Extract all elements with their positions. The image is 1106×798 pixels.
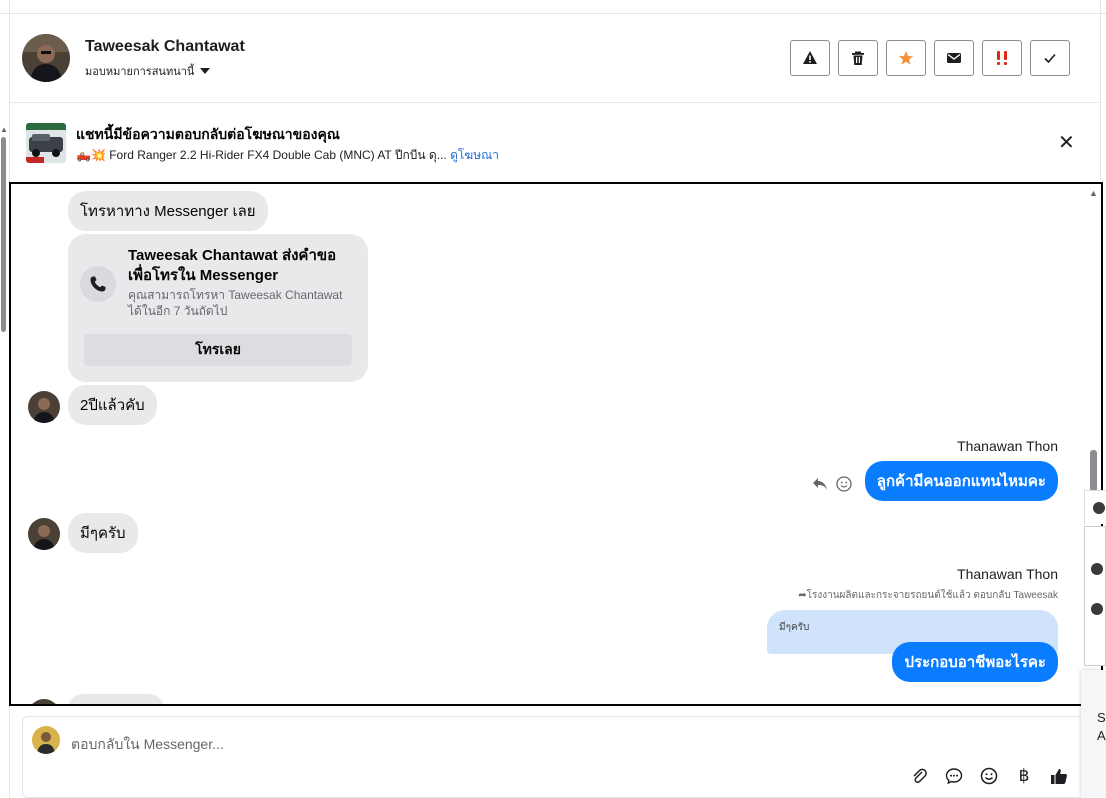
messenger-call-card: Taweesak Chantawat ส่งคำขอเพื่อโทรใน Mes… bbox=[68, 234, 368, 382]
ad-reply-banner: แชทนี้มีข้อความตอบกลับต่อโฆษณาของคุณ 🛻💥 … bbox=[10, 104, 1100, 182]
emoji-react-icon[interactable] bbox=[836, 476, 852, 492]
outgoing-message[interactable]: ลูกค้ามีคนออกแทนไหมคะ bbox=[864, 461, 1058, 501]
reply-context-text: โรงงานผลิตและกระจายรถยนต์ใช้แล้ว ตอบกลับ… bbox=[806, 590, 1058, 601]
composer-tools: ฿ bbox=[908, 765, 1070, 787]
ad-banner-subtitle: 🛻💥 Ford Ranger 2.2 Hi-Rider FX4 Double C… bbox=[76, 146, 499, 165]
contact-avatar[interactable] bbox=[22, 34, 70, 82]
side-conversation-list[interactable] bbox=[1084, 526, 1106, 666]
side-avatar bbox=[1091, 563, 1103, 575]
star-icon bbox=[898, 51, 914, 65]
priority-icon bbox=[997, 51, 1007, 65]
incoming-message[interactable]: มีๆครับ bbox=[68, 513, 138, 553]
attachment-icon[interactable] bbox=[908, 765, 930, 787]
envelope-icon bbox=[947, 53, 961, 63]
side-panel-char-a: A bbox=[1097, 728, 1106, 743]
warning-icon bbox=[803, 51, 817, 64]
inbox-conversation-view: ▲ Taweesak Chantawat มอบหมายการสนทนานี้ bbox=[0, 0, 1106, 798]
ad-banner-title: แชทนี้มีข้อความตอบกลับต่อโฆษณาของคุณ bbox=[76, 126, 340, 142]
left-scrollbar[interactable]: ▲ bbox=[0, 125, 8, 335]
scroll-up-arrow-icon[interactable]: ▲ bbox=[1089, 188, 1098, 198]
chevron-down-icon bbox=[200, 68, 211, 74]
ad-description: 🛻💥 Ford Ranger 2.2 Hi-Rider FX4 Double C… bbox=[76, 148, 447, 162]
incoming-message[interactable]: โทรหาทาง Messenger เลย bbox=[68, 191, 268, 231]
payment-baht-icon[interactable]: ฿ bbox=[1013, 765, 1035, 787]
page-avatar bbox=[32, 726, 60, 754]
like-icon[interactable] bbox=[1048, 765, 1070, 787]
right-divider bbox=[1100, 0, 1101, 180]
call-card-title: Taweesak Chantawat ส่งคำขอเพื่อโทรใน Mes… bbox=[128, 247, 337, 284]
thread-scrollbar-thumb[interactable] bbox=[1090, 450, 1097, 492]
ad-thumbnail[interactable] bbox=[26, 123, 66, 163]
saved-replies-icon[interactable] bbox=[943, 765, 965, 787]
side-avatar bbox=[1093, 502, 1105, 514]
sender-name: Thanawan Thon bbox=[957, 438, 1058, 454]
left-scrollbar-thumb[interactable] bbox=[1, 137, 6, 332]
side-avatar bbox=[1091, 603, 1103, 615]
reply-composer: ตอบกลับใน Messenger... ฿ bbox=[22, 716, 1085, 798]
view-ad-link[interactable]: ดูโฆษณา bbox=[450, 148, 499, 162]
mark-unread-button[interactable] bbox=[934, 40, 974, 76]
reply-icon[interactable] bbox=[812, 477, 828, 491]
contact-avatar[interactable] bbox=[28, 391, 60, 423]
conversation-header: Taweesak Chantawat มอบหมายการสนทนานี้ bbox=[10, 14, 1100, 103]
header-actions bbox=[790, 40, 1070, 76]
side-chat-panel: S A bbox=[1081, 490, 1106, 798]
trash-icon bbox=[852, 51, 864, 65]
assign-label: มอบหมายการสนทนานี้ bbox=[85, 66, 195, 78]
emoji-icon[interactable] bbox=[978, 765, 1000, 787]
phone-icon bbox=[80, 266, 116, 302]
spam-button[interactable] bbox=[790, 40, 830, 76]
reply-input[interactable]: ตอบกลับใน Messenger... bbox=[71, 734, 224, 756]
scroll-up-arrow-icon[interactable]: ▲ bbox=[0, 125, 8, 134]
star-button[interactable] bbox=[886, 40, 926, 76]
side-conversation-item[interactable] bbox=[1084, 490, 1106, 524]
check-icon bbox=[1044, 53, 1056, 64]
message-thread[interactable]: ▲ โทรหาทาง Messenger เลย Taweesak Chanta… bbox=[9, 182, 1103, 706]
delete-button[interactable] bbox=[838, 40, 878, 76]
side-panel-char-s: S bbox=[1097, 710, 1106, 725]
reply-context-note: ➦โรงงานผลิตและกระจายรถยนต์ใช้แล้ว ตอบกลั… bbox=[798, 588, 1058, 603]
incoming-message[interactable]: 2ปีแล้วคับ bbox=[68, 385, 157, 425]
assign-dropdown[interactable]: มอบหมายการสนทนานี้ bbox=[85, 62, 211, 80]
call-card-description: คุณสามารถโทรหา Taweesak Chantawat ได้ในอ… bbox=[128, 288, 343, 318]
priority-button[interactable] bbox=[982, 40, 1022, 76]
contact-name[interactable]: Taweesak Chantawat bbox=[85, 38, 245, 56]
contact-avatar[interactable] bbox=[28, 699, 60, 704]
close-icon[interactable]: ✕ bbox=[1058, 133, 1075, 153]
side-panel-footer: S A bbox=[1081, 670, 1106, 798]
reply-arrow-icon: ➦ bbox=[798, 590, 807, 601]
incoming-message-partial[interactable] bbox=[68, 694, 164, 704]
contact-avatar[interactable] bbox=[28, 518, 60, 550]
sender-name: Thanawan Thon bbox=[957, 566, 1058, 582]
outgoing-message[interactable]: ประกอบอาชีพอะไรคะ bbox=[892, 642, 1058, 682]
message-tools bbox=[812, 476, 852, 492]
call-now-button[interactable]: โทรเลย bbox=[84, 334, 352, 366]
done-button[interactable] bbox=[1030, 40, 1070, 76]
